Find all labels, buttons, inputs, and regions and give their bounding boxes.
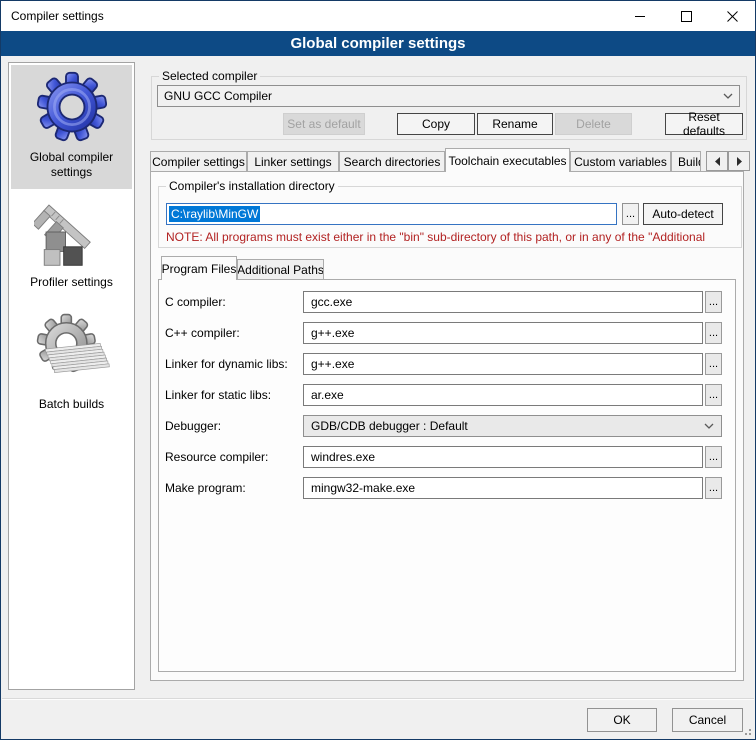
compiler-settings-window: Compiler settings Global compiler settin… (0, 0, 756, 740)
minimize-icon (635, 16, 645, 17)
footer-divider (2, 698, 754, 700)
settings-category-list: Global compiler settings Profiler settin… (8, 62, 135, 690)
bin-subdirectory-note: NOTE: All programs must exist either in … (166, 230, 738, 244)
dialog-header-title: Global compiler settings (290, 35, 465, 52)
c-compiler-label: C compiler: (165, 291, 226, 313)
tab-custom-variables[interactable]: Custom variables (570, 151, 671, 171)
tab-program-files[interactable]: Program Files (161, 256, 237, 280)
maximize-icon (681, 11, 692, 22)
close-button[interactable] (709, 1, 755, 31)
debugger-label: Debugger: (165, 415, 221, 437)
make-program-label: Make program: (165, 477, 246, 499)
chevron-down-icon (723, 93, 733, 99)
reset-defaults-button[interactable]: Reset defaults (665, 113, 743, 135)
debugger-select[interactable]: GDB/CDB debugger : Default (303, 415, 722, 437)
tab-scroll-right-button[interactable] (728, 151, 750, 171)
chevron-down-icon (704, 423, 714, 429)
linker-static-input[interactable]: ar.exe (303, 384, 703, 406)
cpp-compiler-label: C++ compiler: (165, 322, 240, 344)
linker-static-browse-button[interactable]: ... (705, 384, 722, 406)
make-program-input[interactable]: mingw32-make.exe (303, 477, 703, 499)
tab-build-clipped[interactable]: Build (671, 151, 701, 171)
linker-dynamic-input[interactable]: g++.exe (303, 353, 703, 375)
make-program-browse-button[interactable]: ... (705, 477, 722, 499)
window-title: Compiler settings (11, 9, 104, 23)
auto-detect-button[interactable]: Auto-detect (643, 203, 723, 225)
tab-compiler-settings[interactable]: Compiler settings (150, 151, 247, 171)
cancel-button[interactable]: Cancel (672, 708, 743, 732)
linker-static-label: Linker for static libs: (165, 384, 271, 406)
linker-dynamic-label: Linker for dynamic libs: (165, 353, 288, 375)
compiler-settings-tabs: Compiler settings Linker settings Search… (150, 148, 701, 172)
dialog-header: Global compiler settings (1, 31, 755, 56)
tab-toolchain-executables[interactable]: Toolchain executables (445, 148, 570, 172)
resource-compiler-label: Resource compiler: (165, 446, 268, 468)
tab-additional-paths[interactable]: Additional Paths (237, 259, 324, 279)
sidebar-item-label: Profiler settings (26, 275, 117, 290)
resource-compiler-browse-button[interactable]: ... (705, 446, 722, 468)
sidebar-item-global-compiler-settings[interactable]: Global compiler settings (11, 65, 132, 189)
linker-dynamic-browse-button[interactable]: ... (705, 353, 722, 375)
tab-scroll-left-icon (714, 157, 721, 166)
set-as-default-button[interactable]: Set as default (283, 113, 365, 135)
close-icon (727, 11, 738, 22)
c-compiler-browse-button[interactable]: ... (705, 291, 722, 313)
gear-blue-icon (33, 70, 111, 144)
caliper-icon (34, 195, 110, 269)
minimize-button[interactable] (617, 1, 663, 31)
debugger-select-value: GDB/CDB debugger : Default (311, 419, 704, 433)
c-compiler-input[interactable]: gcc.exe (303, 291, 703, 313)
ok-button[interactable]: OK (587, 708, 657, 732)
tab-scroll-left-button[interactable] (706, 151, 728, 171)
installation-directory-value: C:\raylib\MinGW (169, 206, 260, 222)
tab-search-directories[interactable]: Search directories (339, 151, 445, 171)
resource-compiler-input[interactable]: windres.exe (303, 446, 703, 468)
compiler-select[interactable]: GNU GCC Compiler (157, 85, 740, 107)
installation-directory-browse-button[interactable]: ... (622, 203, 639, 225)
installation-directory-group-title: Compiler's installation directory (166, 179, 338, 194)
cpp-compiler-input[interactable]: g++.exe (303, 322, 703, 344)
titlebar: Compiler settings (1, 1, 755, 31)
sidebar-item-profiler-settings[interactable]: Profiler settings (11, 195, 132, 299)
maximize-button[interactable] (663, 1, 709, 31)
program-files-tabs: Program Files Additional Paths (161, 256, 324, 280)
compiler-select-value: GNU GCC Compiler (164, 89, 723, 103)
tab-scroll-right-icon (736, 157, 743, 166)
sidebar-item-label: Global compiler settings (11, 150, 132, 180)
copy-button[interactable]: Copy (397, 113, 475, 135)
selected-compiler-group-title: Selected compiler (159, 69, 260, 84)
delete-button[interactable]: Delete (555, 113, 632, 135)
cpp-compiler-browse-button[interactable]: ... (705, 322, 722, 344)
resize-grip-icon[interactable] (749, 733, 751, 735)
installation-directory-input[interactable]: C:\raylib\MinGW (166, 203, 617, 225)
rename-button[interactable]: Rename (477, 113, 553, 135)
tab-linker-settings[interactable]: Linker settings (247, 151, 339, 171)
